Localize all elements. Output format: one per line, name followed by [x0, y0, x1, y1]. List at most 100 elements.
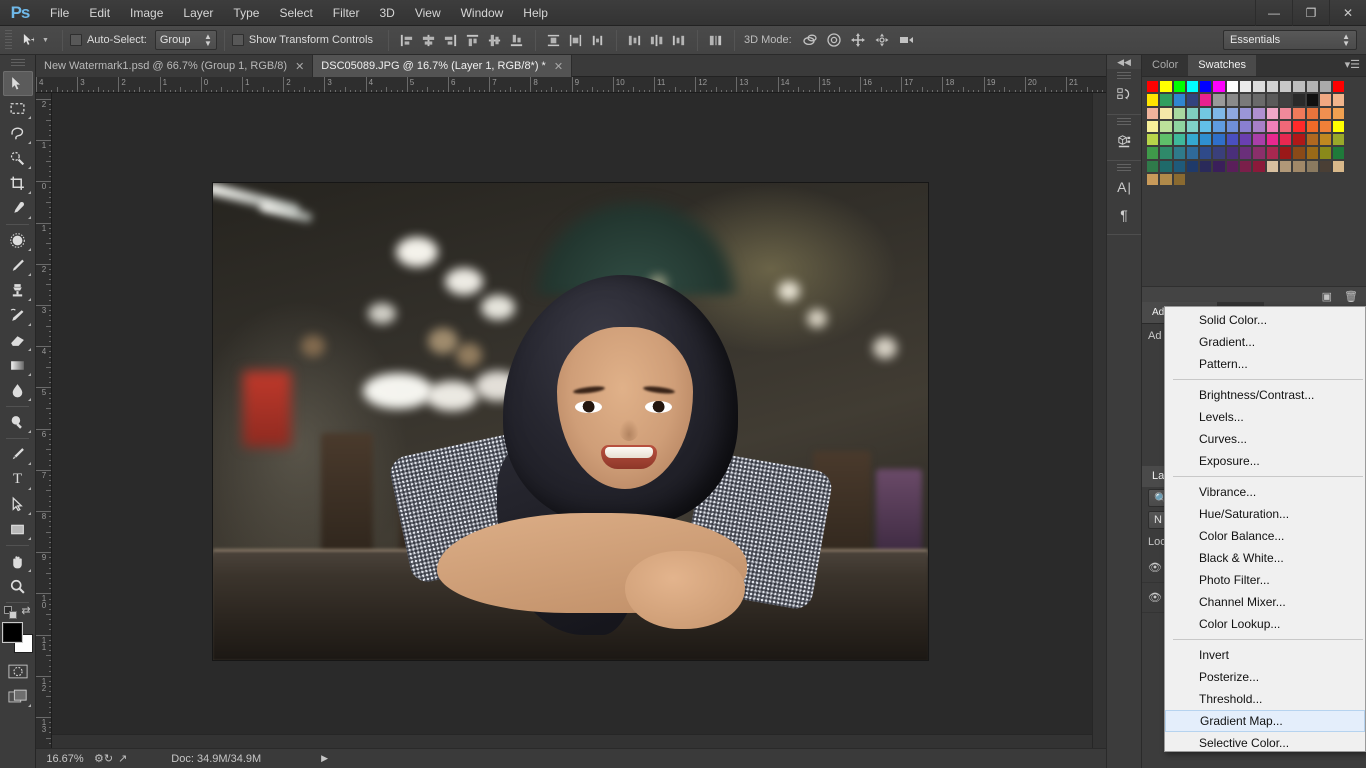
- orbit-3d-icon[interactable]: [798, 30, 822, 51]
- zoom-tool-icon[interactable]: [3, 574, 33, 599]
- color-swatch[interactable]: [1225, 80, 1240, 94]
- default-colors-icon[interactable]: [4, 606, 18, 619]
- color-swatch[interactable]: [1212, 80, 1226, 94]
- color-swatch[interactable]: [1212, 146, 1226, 160]
- color-swatch[interactable]: [1252, 80, 1266, 94]
- menu-item-solid-color[interactable]: Solid Color...: [1165, 309, 1365, 331]
- color-swatch[interactable]: [1159, 146, 1173, 160]
- color-swatch[interactable]: [1172, 133, 1186, 147]
- color-swatch[interactable]: [1239, 93, 1253, 107]
- canvas-horizontal-scrollbar[interactable]: [52, 734, 1092, 748]
- clone-stamp-tool-icon[interactable]: [3, 278, 33, 303]
- menu-image[interactable]: Image: [120, 0, 173, 26]
- eraser-tool-icon[interactable]: [3, 328, 33, 353]
- menu-item-channel-mixer[interactable]: Channel Mixer...: [1165, 591, 1365, 613]
- minimize-button[interactable]: —: [1255, 0, 1292, 26]
- menu-edit[interactable]: Edit: [79, 0, 120, 26]
- color-swatch[interactable]: [1185, 133, 1200, 147]
- vertical-ruler[interactable]: 2101234567891 01 11 21 3: [36, 93, 52, 748]
- menu-item-brightness-contrast[interactable]: Brightness/Contrast...: [1165, 384, 1365, 406]
- distribute-horizontal-centers-icon[interactable]: [646, 30, 668, 51]
- color-swatch[interactable]: [1185, 93, 1200, 107]
- color-swatch[interactable]: [1332, 93, 1346, 107]
- tools-panel-grip[interactable]: [10, 59, 25, 68]
- menu-layer[interactable]: Layer: [173, 0, 223, 26]
- color-swatch[interactable]: [1146, 173, 1160, 187]
- color-swatch[interactable]: [1292, 133, 1306, 147]
- color-swatch[interactable]: [1318, 133, 1333, 147]
- menu-item-exposure[interactable]: Exposure...: [1165, 450, 1365, 472]
- menu-item-vibrance[interactable]: Vibrance...: [1165, 481, 1365, 503]
- color-swatch[interactable]: [1252, 106, 1266, 120]
- auto-align-layers-icon[interactable]: [705, 30, 727, 51]
- color-swatch[interactable]: [1159, 80, 1173, 94]
- menu-item-posterize[interactable]: Posterize...: [1165, 666, 1365, 688]
- canvas-area[interactable]: [52, 93, 1106, 748]
- quick-selection-tool-icon[interactable]: [3, 146, 33, 171]
- menu-view[interactable]: View: [405, 0, 451, 26]
- color-swatch[interactable]: [1159, 106, 1173, 120]
- zoom-level[interactable]: 16.67%: [36, 753, 94, 765]
- color-swatch[interactable]: [1199, 159, 1213, 174]
- color-swatch[interactable]: [1292, 80, 1306, 94]
- color-swatch[interactable]: [1278, 133, 1293, 147]
- gradient-tool-icon[interactable]: [3, 353, 33, 378]
- color-swatch[interactable]: [1146, 133, 1160, 147]
- color-swatch[interactable]: [1239, 146, 1253, 160]
- workspace-selector[interactable]: Essentials ▲ ▼: [1223, 30, 1357, 50]
- align-top-edges-icon[interactable]: [462, 30, 484, 51]
- color-swatch[interactable]: [1318, 106, 1333, 120]
- color-swatch[interactable]: [1332, 119, 1346, 134]
- color-swatch[interactable]: [1199, 80, 1213, 94]
- canvas-vertical-scrollbar[interactable]: [1092, 93, 1106, 748]
- color-swatch[interactable]: [1305, 80, 1319, 94]
- color-swatch[interactable]: [1252, 119, 1266, 134]
- menu-window[interactable]: Window: [451, 0, 514, 26]
- menu-item-black-white[interactable]: Black & White...: [1165, 547, 1365, 569]
- menu-item-photo-filter[interactable]: Photo Filter...: [1165, 569, 1365, 591]
- color-swatch[interactable]: [1146, 119, 1160, 134]
- crop-tool-icon[interactable]: [3, 171, 33, 196]
- menu-item-selective-color[interactable]: Selective Color...: [1165, 732, 1365, 754]
- rail-grip[interactable]: [1117, 72, 1131, 80]
- distribute-bottom-edges-icon[interactable]: [587, 30, 609, 51]
- 3d-panel-icon[interactable]: [1110, 128, 1138, 154]
- panel-menu-icon[interactable]: ▾☰: [1339, 55, 1366, 76]
- color-swatch[interactable]: [1225, 93, 1240, 107]
- color-swatch[interactable]: [1332, 106, 1346, 120]
- rail-grip[interactable]: [1117, 164, 1131, 172]
- new-adjustment-layer-menu[interactable]: Solid Color... Gradient... Pattern... Brigh…: [1164, 306, 1366, 752]
- quick-mask-icon[interactable]: [3, 659, 33, 684]
- roll-3d-icon[interactable]: [822, 30, 846, 51]
- menu-type[interactable]: Type: [223, 0, 269, 26]
- new-swatch-icon[interactable]: ▣: [1322, 290, 1332, 303]
- blur-tool-icon[interactable]: [3, 378, 33, 403]
- color-swatch[interactable]: [1212, 93, 1226, 107]
- color-swatch[interactable]: [1265, 80, 1279, 94]
- rectangle-tool-icon[interactable]: [3, 517, 33, 542]
- move-tool-icon[interactable]: [2, 71, 33, 96]
- color-swatch[interactable]: [1278, 80, 1293, 94]
- foreground-background-color[interactable]: [1, 622, 33, 653]
- menu-file[interactable]: File: [40, 0, 79, 26]
- menu-item-color-balance[interactable]: Color Balance...: [1165, 525, 1365, 547]
- color-swatch[interactable]: [1225, 119, 1240, 134]
- color-swatch[interactable]: [1199, 146, 1213, 160]
- auto-select-checkbox[interactable]: [69, 34, 82, 46]
- color-swatch[interactable]: [1265, 159, 1279, 174]
- menu-item-curves[interactable]: Curves...: [1165, 428, 1365, 450]
- hand-tool-icon[interactable]: [3, 549, 33, 574]
- color-swatch[interactable]: [1159, 159, 1173, 174]
- menu-3d[interactable]: 3D: [369, 0, 404, 26]
- layer-visibility-icon[interactable]: 👁: [1148, 591, 1164, 604]
- color-swatch[interactable]: [1172, 159, 1186, 174]
- color-swatch[interactable]: [1146, 159, 1160, 174]
- align-left-edges-icon[interactable]: [396, 30, 418, 51]
- color-swatch[interactable]: [1305, 93, 1319, 107]
- align-right-edges-icon[interactable]: [440, 30, 462, 51]
- color-swatch[interactable]: [1185, 159, 1200, 174]
- color-swatch[interactable]: [1172, 146, 1186, 160]
- restore-button[interactable]: ❐: [1292, 0, 1329, 26]
- color-swatch[interactable]: [1305, 159, 1319, 174]
- color-swatch[interactable]: [1212, 106, 1226, 120]
